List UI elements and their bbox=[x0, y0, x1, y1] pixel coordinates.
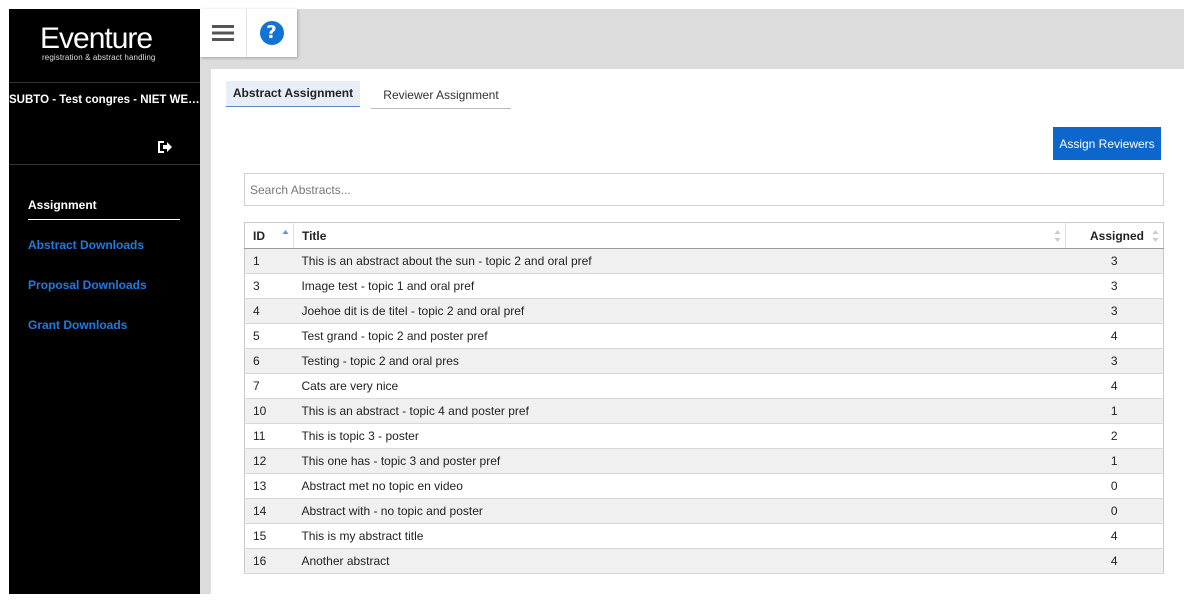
question-circle-icon: ? bbox=[259, 21, 284, 45]
top-toolbar: ? bbox=[200, 9, 297, 57]
cell-id: 4 bbox=[244, 298, 294, 324]
column-header-label: Title bbox=[301, 228, 327, 243]
cell-assigned: 1 bbox=[1065, 448, 1164, 474]
table-row[interactable]: 5 Test grand - topic 2 and poster pref 4 bbox=[244, 323, 1164, 349]
cell-assigned: 0 bbox=[1065, 473, 1164, 499]
cell-title: Another abstract bbox=[293, 548, 1066, 574]
cell-title: This one has - topic 3 and poster pref bbox=[293, 448, 1066, 474]
app-frame: Eventure registration & abstract handlin… bbox=[9, 9, 1184, 594]
search-input[interactable] bbox=[244, 173, 1164, 206]
column-header-title[interactable]: Title bbox=[293, 222, 1067, 249]
cell-assigned: 4 bbox=[1065, 523, 1164, 549]
cell-id: 10 bbox=[244, 398, 294, 424]
table-row[interactable]: 1 This is an abstract about the sun - top… bbox=[244, 248, 1164, 274]
cell-title: This is my abstract title bbox=[293, 523, 1066, 549]
cell-title: Test grand - topic 2 and poster pref bbox=[293, 323, 1066, 349]
sidebar-item-abstract-downloads[interactable]: Abstract Downloads bbox=[28, 231, 180, 271]
assign-reviewers-button[interactable]: Assign Reviewers bbox=[1053, 127, 1161, 160]
table-row[interactable]: 6 Testing - topic 2 and oral pres 3 bbox=[244, 348, 1164, 374]
cell-assigned: 4 bbox=[1065, 373, 1164, 399]
cell-assigned: 4 bbox=[1065, 323, 1164, 349]
cell-id: 1 bbox=[244, 248, 294, 274]
sort-icon bbox=[1054, 230, 1061, 242]
brand-tagline: registration & abstract handling bbox=[42, 53, 156, 62]
table-row[interactable]: 12 This one has - topic 3 and poster pref… bbox=[244, 448, 1164, 474]
congress-name: SUBTO - Test congres - NIET WEGGOOIEN bbox=[9, 94, 200, 106]
sidebar-divider bbox=[9, 164, 200, 165]
tab-reviewer-assignment[interactable]: Reviewer Assignment bbox=[371, 83, 511, 109]
cell-assigned: 0 bbox=[1065, 498, 1164, 524]
table-body: 1 This is an abstract about the sun - top… bbox=[244, 248, 1164, 574]
table-row[interactable]: 11 This is topic 3 - poster 2 bbox=[244, 423, 1164, 449]
cell-id: 13 bbox=[244, 473, 294, 499]
column-header-label: Assigned bbox=[1090, 228, 1145, 243]
column-header-label: ID bbox=[253, 228, 265, 243]
sidebar: Eventure registration & abstract handlin… bbox=[9, 9, 200, 594]
main-panel: Abstract Assignment Reviewer Assignment … bbox=[211, 69, 1184, 594]
cell-id: 5 bbox=[244, 323, 294, 349]
cell-id: 12 bbox=[244, 448, 294, 474]
cell-title: Testing - topic 2 and oral pres bbox=[293, 348, 1066, 374]
cell-id: 14 bbox=[244, 498, 294, 524]
cell-title: Joehoe dit is de titel - topic 2 and ora… bbox=[293, 298, 1066, 324]
table-row[interactable]: 10 This is an abstract - topic 4 and post… bbox=[244, 398, 1164, 424]
sidebar-item-proposal-downloads[interactable]: Proposal Downloads bbox=[28, 271, 180, 311]
tab-abstract-assignment[interactable]: Abstract Assignment bbox=[226, 81, 360, 107]
cell-assigned: 4 bbox=[1065, 548, 1164, 574]
cell-title: Abstract with - no topic and poster bbox=[293, 498, 1066, 524]
column-header-id[interactable]: ID bbox=[244, 222, 294, 249]
cell-assigned: 2 bbox=[1065, 423, 1164, 449]
cell-assigned: 1 bbox=[1065, 398, 1164, 424]
table-row[interactable]: 7 Cats are very nice 4 bbox=[244, 373, 1164, 399]
cell-id: 3 bbox=[244, 273, 294, 299]
table-row[interactable]: 4 Joehoe dit is de titel - topic 2 and or… bbox=[244, 298, 1164, 324]
cell-assigned: 3 bbox=[1065, 348, 1164, 374]
abstracts-table: ID Title Assigned 1 This is an abstract … bbox=[244, 222, 1164, 574]
table-header-row: ID Title Assigned bbox=[244, 222, 1164, 249]
cell-assigned: 3 bbox=[1065, 298, 1164, 324]
table-row[interactable]: 13 Abstract met no topic en video 0 bbox=[244, 473, 1164, 499]
column-header-assigned[interactable]: Assigned bbox=[1065, 222, 1164, 249]
sidebar-item-assignment[interactable]: Assignment bbox=[28, 191, 180, 220]
cell-title: Image test - topic 1 and oral pref bbox=[293, 273, 1066, 299]
sort-icon bbox=[1152, 230, 1159, 242]
table-row[interactable]: 16 Another abstract 4 bbox=[244, 548, 1164, 574]
table-row[interactable]: 14 Abstract with - no topic and poster 0 bbox=[244, 498, 1164, 524]
menu-toggle-button[interactable] bbox=[200, 9, 247, 57]
hamburger-icon bbox=[212, 25, 234, 41]
sidebar-nav: Assignment Abstract Downloads Proposal D… bbox=[28, 191, 180, 351]
cell-id: 7 bbox=[244, 373, 294, 399]
sort-ascending-icon bbox=[282, 230, 289, 234]
table-row[interactable]: 15 This is my abstract title 4 bbox=[244, 523, 1164, 549]
cell-id: 6 bbox=[244, 348, 294, 374]
cell-id: 11 bbox=[244, 423, 294, 449]
cell-title: This is topic 3 - poster bbox=[293, 423, 1066, 449]
brand-logo[interactable]: Eventure registration & abstract handlin… bbox=[9, 9, 200, 83]
cell-assigned: 3 bbox=[1065, 273, 1164, 299]
cell-title: This is an abstract about the sun - topi… bbox=[293, 248, 1066, 274]
sign-out-icon[interactable] bbox=[157, 139, 173, 155]
sidebar-item-grant-downloads[interactable]: Grant Downloads bbox=[28, 311, 180, 351]
brand-name: Eventure bbox=[40, 22, 153, 55]
cell-title: Abstract met no topic en video bbox=[293, 473, 1066, 499]
help-button[interactable]: ? bbox=[248, 9, 295, 57]
cell-title: Cats are very nice bbox=[293, 373, 1066, 399]
cell-assigned: 3 bbox=[1065, 248, 1164, 274]
cell-id: 15 bbox=[244, 523, 294, 549]
cell-id: 16 bbox=[244, 548, 294, 574]
table-row[interactable]: 3 Image test - topic 1 and oral pref 3 bbox=[244, 273, 1164, 299]
cell-title: This is an abstract - topic 4 and poster… bbox=[293, 398, 1066, 424]
